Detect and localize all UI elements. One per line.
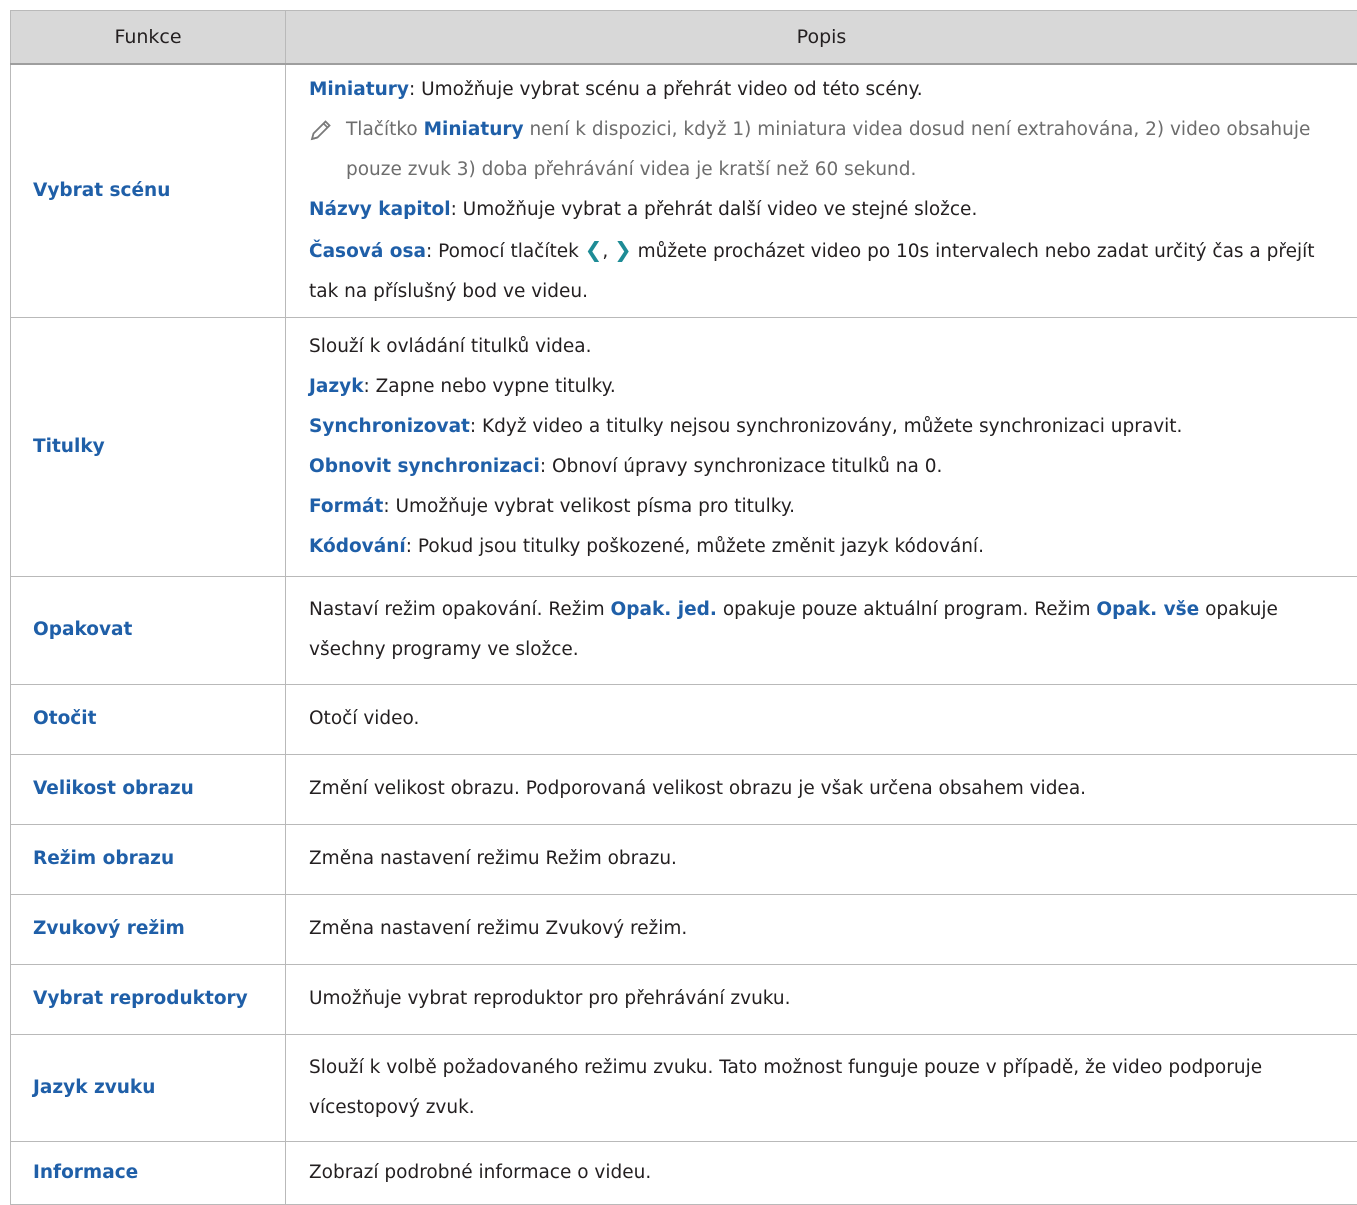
desc-text: : Zapne nebo vypne titulky. (364, 376, 616, 397)
desc-text: : Umožňuje vybrat a přehrát další video … (451, 199, 978, 220)
keyword: Formát (309, 496, 383, 517)
desc-text: opakuje pouze aktuální program. Režim (717, 599, 1096, 620)
table-row: Informace Zobrazí podrobné informace o v… (11, 1141, 1357, 1204)
desc-line: Časová osa: Pomocí tlačítek ❮, ❯ můžete … (309, 230, 1343, 312)
desc-text: , (602, 241, 614, 262)
keyword: Kódování (309, 536, 406, 557)
table-row: Otočit Otočí video. (11, 684, 1357, 754)
table-row: Režim obrazu Změna nastavení režimu Reži… (11, 824, 1357, 894)
function-name: Opakovat (11, 576, 286, 684)
function-description: Miniatury: Umožňuje vybrat scénu a přehr… (286, 64, 1357, 317)
keyword: Opak. jed. (611, 599, 717, 620)
function-name: Velikost obrazu (11, 754, 286, 824)
note-text: Tlačítko (346, 119, 424, 140)
desc-text: : Pomocí tlačítek (426, 241, 585, 262)
function-name: Vybrat scénu (11, 64, 286, 317)
keyword: Názvy kapitol (309, 199, 451, 220)
function-description: Změní velikost obrazu. Podporovaná velik… (286, 754, 1357, 824)
pencil-note-icon (309, 118, 333, 142)
keyword: Miniatury (309, 79, 409, 100)
desc-text: : Obnoví úpravy synchronizace titulků na… (540, 456, 943, 477)
desc-line: Obnovit synchronizaci: Obnoví úpravy syn… (309, 447, 1343, 487)
chevron-left-icon: ❮ (585, 238, 603, 262)
keyword: Obnovit synchronizaci (309, 456, 540, 477)
function-description: Slouží k volbě požadovaného režimu zvuku… (286, 1034, 1357, 1141)
function-name: Jazyk zvuku (11, 1034, 286, 1141)
function-table: Funkce Popis Vybrat scénu Miniatury: Umo… (10, 10, 1357, 1205)
desc-line: Kódování: Pokud jsou titulky poškozené, … (309, 527, 1343, 567)
keyword: Časová osa (309, 241, 426, 262)
function-name: Titulky (11, 317, 286, 576)
table-row: Jazyk zvuku Slouží k volbě požadovaného … (11, 1034, 1357, 1141)
header-popis: Popis (286, 11, 1357, 65)
table-row: Vybrat reproduktory Umožňuje vybrat repr… (11, 964, 1357, 1034)
keyword: Jazyk (309, 376, 364, 397)
desc-text: : Pokud jsou titulky poškozené, můžete z… (406, 536, 984, 557)
table-row: Opakovat Nastaví režim opakování. Režim … (11, 576, 1357, 684)
chevron-right-icon: ❯ (614, 238, 632, 262)
table-row: Zvukový režim Změna nastavení režimu Zvu… (11, 894, 1357, 964)
function-description: Slouží k ovládání titulků videa. Jazyk: … (286, 317, 1357, 576)
desc-line: Miniatury: Umožňuje vybrat scénu a přehr… (309, 70, 1343, 110)
desc-text: : Umožňuje vybrat velikost písma pro tit… (383, 496, 795, 517)
function-name: Zvukový režim (11, 894, 286, 964)
desc-text: : Umožňuje vybrat scénu a přehrát video … (409, 79, 923, 100)
desc-line: Názvy kapitol: Umožňuje vybrat a přehrát… (309, 190, 1343, 230)
desc-line: Jazyk: Zapne nebo vypne titulky. (309, 367, 1343, 407)
table-row: Vybrat scénu Miniatury: Umožňuje vybrat … (11, 64, 1357, 317)
desc-line: Formát: Umožňuje vybrat velikost písma p… (309, 487, 1343, 527)
function-description: Změna nastavení režimu Režim obrazu. (286, 824, 1357, 894)
function-description: Nastaví režim opakování. Režim Opak. jed… (286, 576, 1357, 684)
table-row: Velikost obrazu Změní velikost obrazu. P… (11, 754, 1357, 824)
note: Tlačítko Miniatury není k dispozici, kdy… (309, 110, 1343, 190)
header-funkce: Funkce (11, 11, 286, 65)
desc-line: Synchronizovat: Když video a titulky nej… (309, 407, 1343, 447)
function-description: Zobrazí podrobné informace o videu. (286, 1141, 1357, 1204)
table-row: Titulky Slouží k ovládání titulků videa.… (11, 317, 1357, 576)
keyword: Miniatury (424, 119, 524, 140)
function-description: Změna nastavení režimu Zvukový režim. (286, 894, 1357, 964)
function-name: Režim obrazu (11, 824, 286, 894)
desc-text: Nastaví režim opakování. Režim (309, 599, 611, 620)
keyword: Synchronizovat (309, 416, 470, 437)
function-name: Vybrat reproduktory (11, 964, 286, 1034)
function-description: Umožňuje vybrat reproduktor pro přehrává… (286, 964, 1357, 1034)
function-name: Informace (11, 1141, 286, 1204)
function-description: Otočí video. (286, 684, 1357, 754)
function-name: Otočit (11, 684, 286, 754)
keyword: Opak. vše (1096, 599, 1199, 620)
table-header-row: Funkce Popis (11, 11, 1357, 65)
desc-line: Slouží k ovládání titulků videa. (309, 327, 1343, 367)
desc-text: : Když video a titulky nejsou synchroniz… (470, 416, 1183, 437)
